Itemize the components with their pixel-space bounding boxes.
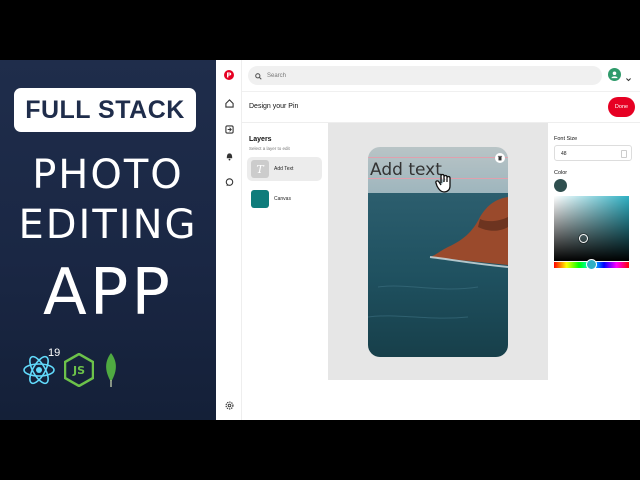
- pinterest-logo-icon[interactable]: P: [223, 69, 235, 81]
- nodejs-icon: JS: [63, 352, 95, 388]
- layers-panel: Layers Select a layer to edit T Add Text…: [242, 123, 328, 420]
- upload-icon[interactable]: [223, 123, 235, 135]
- title-banner: FULL STACK PHOTO EDITING APP 19 JS: [0, 60, 216, 420]
- top-bar: Search: [242, 60, 640, 92]
- hand-cursor-icon: [434, 172, 454, 194]
- banner-line-photo: PHOTO: [32, 152, 184, 198]
- layers-heading: Layers: [249, 136, 272, 143]
- layer-label: Add Text: [274, 166, 294, 172]
- hue-slider[interactable]: [554, 259, 629, 270]
- search-input[interactable]: Search: [248, 66, 602, 85]
- font-size-label: Font Size: [554, 136, 578, 142]
- svg-text:P: P: [226, 72, 231, 80]
- layer-item-canvas[interactable]: Canvas: [247, 187, 322, 211]
- hue-slider-handle[interactable]: [586, 259, 597, 270]
- banner-line-editing: EDITING: [18, 202, 198, 248]
- svg-text:JS: JS: [72, 364, 85, 377]
- left-nav-rail: P: [216, 60, 242, 420]
- react-icon: 19: [22, 347, 60, 387]
- search-placeholder: Search: [267, 72, 287, 79]
- stepper-icon[interactable]: [621, 150, 627, 158]
- page-title: Design your Pin: [249, 103, 299, 110]
- done-button[interactable]: Done: [608, 97, 635, 117]
- trash-icon[interactable]: [495, 153, 505, 163]
- font-size-value: 48: [561, 151, 567, 157]
- layer-item-add-text[interactable]: T Add Text: [247, 157, 322, 181]
- video-frame: FULL STACK PHOTO EDITING APP 19 JS P Sea…: [0, 60, 640, 420]
- mongodb-icon: [102, 352, 120, 388]
- color-picker-area[interactable]: [554, 196, 629, 261]
- tech-logos: 19 JS: [22, 347, 120, 390]
- editor-header: Design your Pin Done: [242, 92, 640, 123]
- color-swatch[interactable]: [554, 179, 567, 192]
- bell-icon[interactable]: [223, 150, 235, 162]
- home-icon[interactable]: [223, 97, 235, 109]
- full-stack-badge: FULL STACK: [14, 88, 196, 132]
- canvas-layer-thumb: [251, 190, 269, 208]
- search-icon: [255, 67, 262, 85]
- color-label: Color: [554, 170, 568, 176]
- editor-app: P Search Design your Pin Done Layers Sel…: [216, 60, 640, 420]
- banner-line-app: APP: [43, 256, 173, 330]
- chevron-down-icon[interactable]: [625, 70, 632, 88]
- settings-icon[interactable]: [223, 399, 235, 411]
- layers-subtitle: Select a layer to edit: [249, 146, 290, 151]
- color-picker-handle[interactable]: [579, 234, 588, 243]
- avatar[interactable]: [608, 68, 621, 81]
- properties-panel: Font Size 48 Color: [548, 123, 640, 420]
- font-size-input[interactable]: 48: [554, 145, 632, 161]
- layer-label: Canvas: [274, 196, 291, 202]
- chat-icon[interactable]: [223, 176, 235, 188]
- pin-canvas[interactable]: Add text: [368, 147, 508, 357]
- canvas-area: Add text: [328, 123, 548, 380]
- react-version: 19: [48, 347, 61, 359]
- canvas-text[interactable]: Add text: [370, 160, 442, 180]
- text-layer-thumb: T: [251, 160, 269, 178]
- text-layer-glyph: T: [256, 162, 264, 176]
